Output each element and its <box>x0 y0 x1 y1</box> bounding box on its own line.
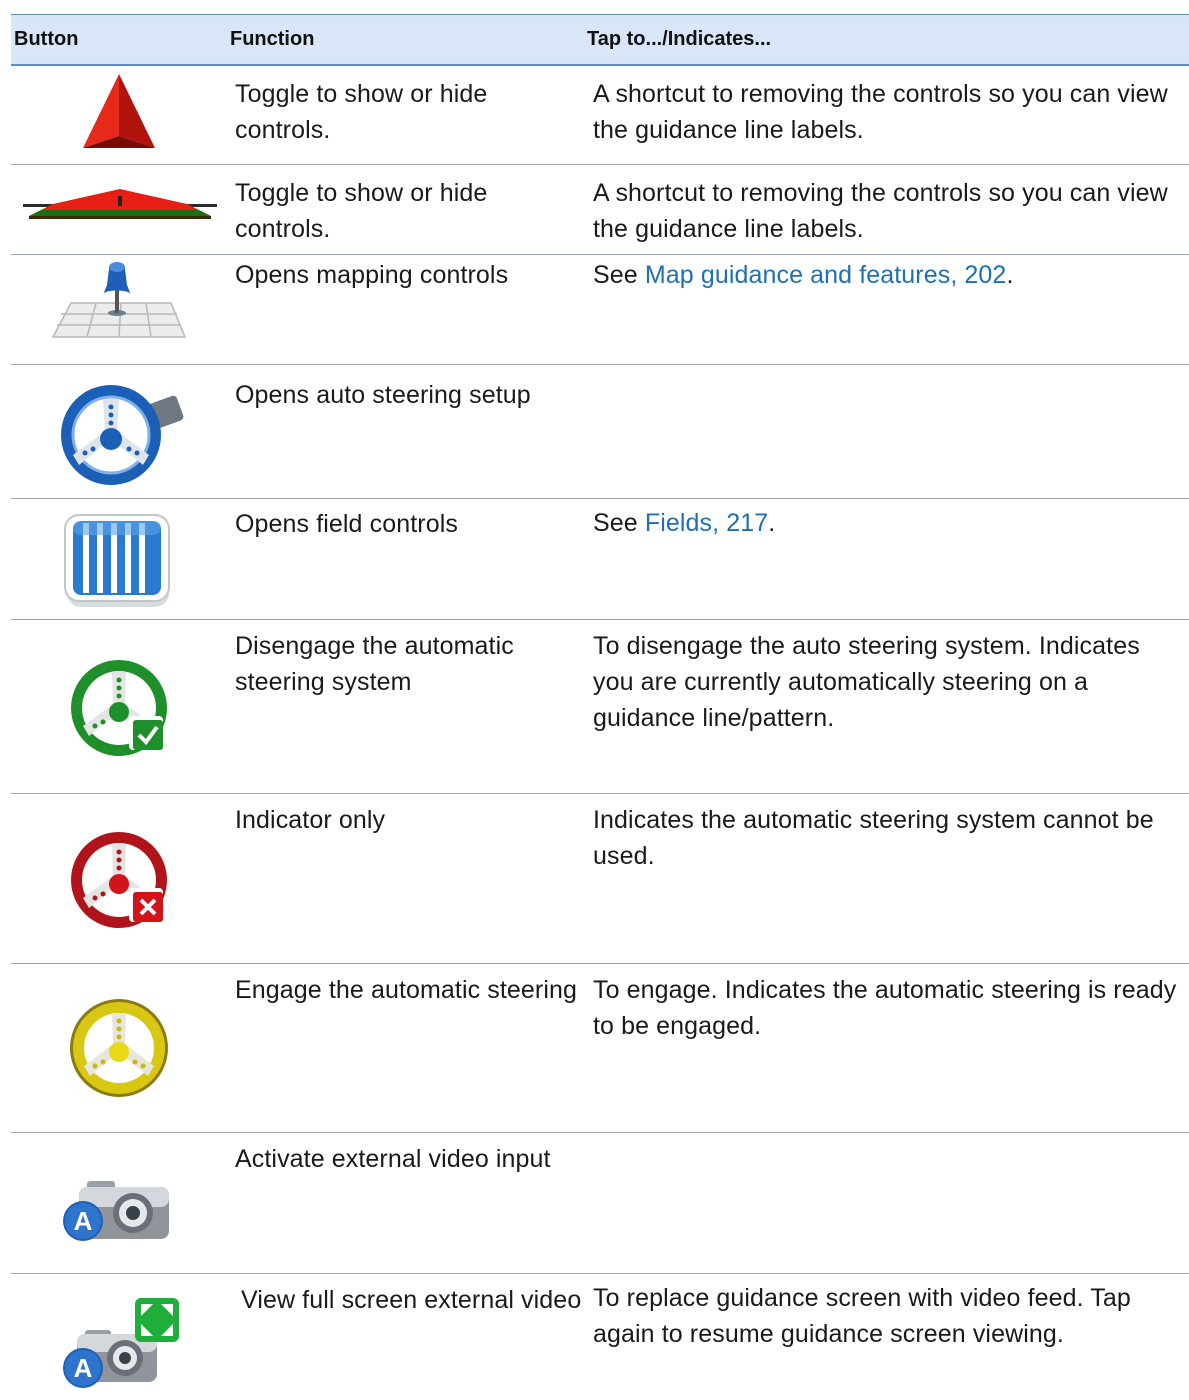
row-function: Engage the automatic steering <box>235 976 578 1004</box>
table-row: Indicator only Indicates the automatic s… <box>11 794 1189 964</box>
row-function: Opens mapping controls <box>235 261 509 289</box>
row-function: Disengage the automatic steering system <box>235 632 514 696</box>
svg-text:A: A <box>74 1206 93 1236</box>
table-row: Engage the automatic steering To engage.… <box>11 964 1189 1133</box>
field-bars-icon[interactable] <box>63 513 173 609</box>
row-function: Activate external video input <box>235 1145 551 1173</box>
row-function: View full screen external video <box>241 1286 582 1314</box>
row-tap-text: To engage. Indicates the automatic steer… <box>593 976 1177 1040</box>
table-row: Opens auto steering setup <box>11 365 1189 499</box>
table-row: A Activate external video input <box>11 1133 1189 1274</box>
map-pin-grid-icon[interactable] <box>51 259 187 339</box>
table-row: Opens mapping controls See Map guidance … <box>11 255 1189 365</box>
camera-a-icon[interactable]: A <box>63 1173 173 1245</box>
red-pyramid-icon[interactable] <box>81 72 157 150</box>
row-tap-text: See Map guidance and features, 202. <box>593 261 1014 289</box>
table-row: Toggle to show or hide controls. A short… <box>11 66 1189 165</box>
row-function: Opens auto steering setup <box>235 381 531 409</box>
row-tap-text: To disengage the auto steering system. I… <box>593 632 1140 732</box>
row-tap-text: A shortcut to removing the controls so y… <box>593 80 1168 144</box>
camera-fullscreen-icon[interactable]: A <box>63 1296 183 1392</box>
table-row: A View full screen external video To rep… <box>11 1274 1189 1400</box>
map-guidance-link[interactable]: Map guidance and features, 202 <box>645 261 1007 289</box>
row-function: Toggle to show or hide controls. <box>235 179 488 243</box>
fields-link[interactable]: Fields, 217 <box>645 509 768 537</box>
table-row: Opens field controls See Fields, 217. <box>11 499 1189 620</box>
row-function: Indicator only <box>235 806 386 834</box>
header-button: Button <box>14 28 79 50</box>
row-tap-text: A shortcut to removing the controls so y… <box>593 179 1168 243</box>
row-function: Opens field controls <box>235 510 458 538</box>
table-row: Disengage the automatic steering system … <box>11 620 1189 794</box>
green-steering-wheel-check-icon[interactable] <box>65 654 175 758</box>
blue-steering-wheel-icon[interactable] <box>49 377 189 487</box>
row-function: Toggle to show or hide controls. <box>235 80 488 144</box>
table-row: Toggle to show or hide controls. A short… <box>11 165 1189 255</box>
svg-text:A: A <box>74 1353 93 1383</box>
table-header: Button Function Tap to.../Indicates... <box>11 14 1189 66</box>
header-tap: Tap to.../Indicates... <box>587 28 772 50</box>
row-tap-text: See Fields, 217. <box>593 509 776 537</box>
yellow-steering-wheel-icon[interactable] <box>67 996 171 1100</box>
row-tap-text: To replace guidance screen with video fe… <box>593 1284 1131 1348</box>
red-steering-wheel-x-icon[interactable] <box>65 826 175 930</box>
button-reference-table: Button Function Tap to.../Indicates... T… <box>11 14 1189 1400</box>
row-tap-text: Indicates the automatic steering system … <box>593 806 1154 870</box>
red-flat-pyramid-icon[interactable] <box>23 185 217 225</box>
header-function: Function <box>230 28 315 50</box>
